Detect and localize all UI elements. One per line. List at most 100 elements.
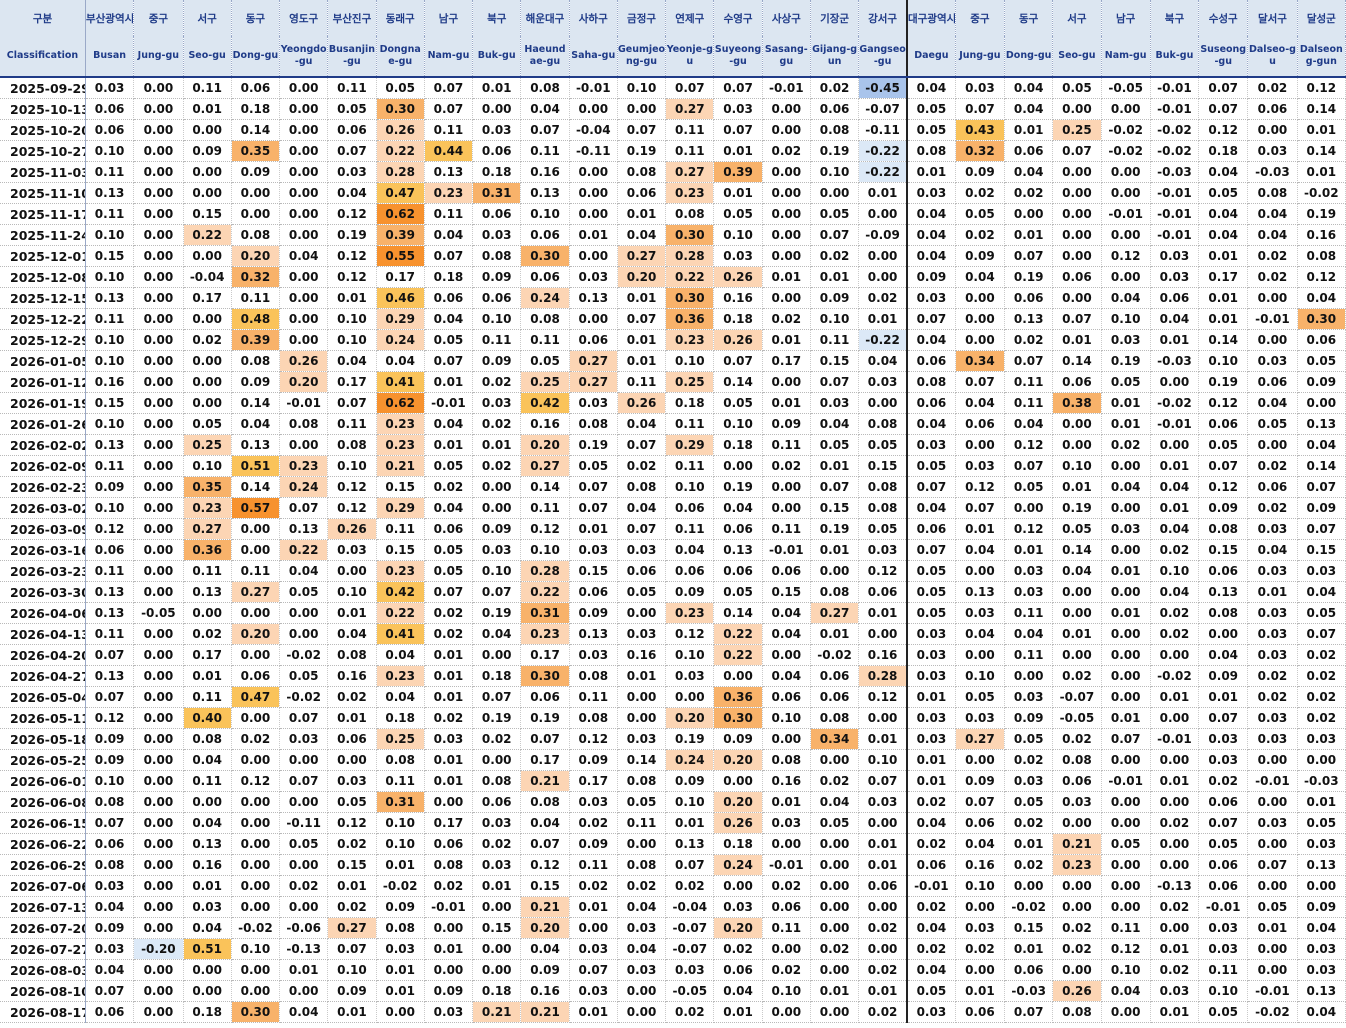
table-cell: 0.05: [906, 581, 956, 603]
table-cell: -0.01: [569, 77, 618, 99]
table-cell: -0.22: [858, 329, 908, 351]
table-cell: 0.04: [1150, 518, 1200, 540]
table-cell: 0.11: [183, 686, 232, 708]
table-cell: -0.07: [1052, 686, 1102, 708]
table-cell: -0.01: [1247, 980, 1298, 1002]
row-date: 2025-11-24: [0, 224, 86, 246]
table-cell: 0.27: [665, 98, 715, 120]
table-cell: 0.00: [279, 623, 329, 645]
table-cell: 0.11: [520, 497, 570, 519]
table-cell: 0.02: [1297, 686, 1346, 708]
table-cell: 0.18: [183, 1001, 232, 1023]
table-cell: 0.08: [1052, 1001, 1102, 1023]
table-cell: 0.10: [85, 224, 135, 246]
row-date: 2026-03-16: [0, 539, 86, 561]
table-cell: 0.36: [665, 308, 715, 330]
table-row: 2026-07-20 0.09 0.00 0.04 -0.02 -0.06 0.27 0.08…: [0, 917, 1346, 939]
table-cell: 0.05: [1198, 1001, 1249, 1023]
table-cell: 0.09: [906, 266, 956, 288]
row-date: 2025-11-10: [0, 182, 86, 204]
table-cell: 0.06: [1198, 560, 1249, 582]
table-row: 2026-03-23 0.11 0.00 0.11 0.11 0.04 0.00 0.23 0.…: [0, 560, 1346, 582]
table-cell: 0.13: [85, 287, 135, 309]
row-date: 2026-04-27: [0, 665, 86, 687]
table-cell: 0.00: [183, 308, 232, 330]
table-cell: 0.10: [810, 308, 860, 330]
table-cell: -0.05: [665, 980, 715, 1002]
table-cell: 0.07: [858, 770, 908, 792]
table-cell: 0.00: [762, 245, 811, 267]
table-cell: 0.05: [955, 203, 1006, 225]
table-cell: 0.01: [183, 98, 232, 120]
table-cell: 0.05: [906, 455, 956, 477]
table-cell: 0.00: [1101, 854, 1151, 876]
table-cell: 0.00: [279, 749, 329, 771]
table-cell: 0.08: [858, 497, 908, 519]
table-cell: 0.12: [327, 203, 377, 225]
column-header-kr: 연제구: [665, 0, 715, 36]
table-cell: 0.08: [906, 371, 956, 393]
row-date: 2026-05-04: [0, 686, 86, 708]
column-header-kr: 중구: [955, 0, 1006, 36]
table-cell: 0.07: [665, 77, 715, 99]
table-cell: 0.00: [810, 854, 860, 876]
table-cell: -0.07: [858, 98, 908, 120]
column-header-en: Daegu: [906, 36, 956, 78]
column-header-en: Buk-gu: [472, 36, 522, 78]
table-cell: 0.11: [85, 455, 135, 477]
table-cell: 0.00: [1101, 1001, 1151, 1023]
table-row: 2026-01-26 0.10 0.00 0.05 0.04 0.08 0.11 0.23 0.…: [0, 413, 1346, 435]
table-cell: 0.19: [1052, 497, 1102, 519]
column-header-kr: 금정구: [617, 0, 667, 36]
column-header-kr: 해운대구: [520, 0, 570, 36]
table-cell: 0.51: [183, 938, 232, 960]
table-row: 2026-04-13 0.11 0.00 0.02 0.20 0.00 0.04 0.41 0.…: [0, 623, 1346, 645]
table-cell: 0.02: [906, 938, 956, 960]
data-table: 구분 부산광역시 중구 서구 동구 영도구 부산진구 동래구 남구 북구 해운대구 사하구 금정구 연제구…: [0, 0, 1346, 1023]
table-cell: 0.00: [183, 119, 232, 141]
table-cell: 0.05: [1004, 728, 1054, 750]
table-cell: 0.10: [713, 413, 763, 435]
table-cell: 0.01: [1247, 917, 1298, 939]
table-cell: 0.12: [327, 266, 377, 288]
column-header-en: Seo-gu: [1052, 36, 1102, 78]
table-cell: 0.03: [1247, 560, 1298, 582]
table-row: 2025-11-03 0.11 0.00 0.00 0.09 0.00 0.03 0.28 0.…: [0, 161, 1346, 183]
table-row: 2025-12-01 0.15 0.00 0.00 0.20 0.04 0.12 0.55 0.…: [0, 245, 1346, 267]
table-cell: 0.08: [472, 770, 522, 792]
table-cell: 0.00: [133, 1001, 184, 1023]
table-cell: 0.00: [231, 833, 281, 855]
table-cell: 0.06: [665, 560, 715, 582]
table-cell: 0.02: [472, 371, 522, 393]
table-cell: -0.01: [1101, 203, 1151, 225]
table-cell: 0.02: [327, 896, 377, 918]
table-cell: 0.05: [713, 581, 763, 603]
column-header-en: Busanjin-gu: [327, 36, 377, 78]
table-cell: 0.03: [955, 707, 1006, 729]
table-cell: 0.08: [376, 749, 425, 771]
table-cell: 0.03: [1150, 266, 1200, 288]
table-cell: 0.11: [665, 518, 715, 540]
table-cell: 0.04: [327, 623, 377, 645]
table-cell: 0.00: [231, 854, 281, 876]
table-row: 2025-11-17 0.11 0.00 0.15 0.00 0.00 0.12 0.62 0.…: [0, 203, 1346, 225]
table-cell: 0.01: [1297, 791, 1346, 813]
table-cell: 0.12: [858, 686, 908, 708]
table-cell: 0.01: [906, 770, 956, 792]
table-cell: 0.03: [906, 1001, 956, 1023]
table-cell: 0.01: [906, 749, 956, 771]
table-cell: 0.00: [133, 581, 184, 603]
table-cell: 0.15: [810, 497, 860, 519]
table-cell: 0.30: [376, 98, 425, 120]
table-cell: 0.00: [810, 560, 860, 582]
table-cell: 0.10: [955, 665, 1006, 687]
table-cell: 0.28: [665, 245, 715, 267]
table-cell: 0.04: [906, 413, 956, 435]
table-cell: 0.06: [1198, 854, 1249, 876]
table-cell: 0.00: [183, 980, 232, 1002]
table-cell: 0.01: [424, 686, 474, 708]
table-cell: 0.06: [713, 518, 763, 540]
table-cell: 0.05: [1297, 812, 1346, 834]
table-cell: 0.38: [1052, 392, 1102, 414]
table-cell: 0.00: [617, 686, 667, 708]
